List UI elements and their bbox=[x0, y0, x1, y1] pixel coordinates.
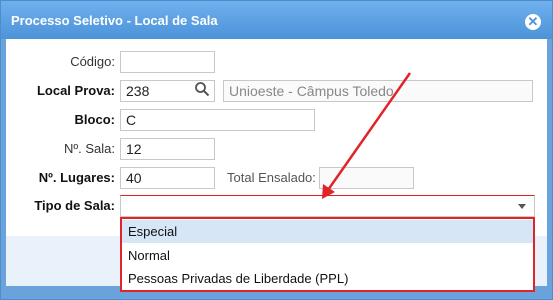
option-especial[interactable]: Especial bbox=[122, 220, 533, 243]
option-normal[interactable]: Normal bbox=[122, 244, 533, 267]
bloco-input[interactable]: C bbox=[120, 109, 315, 131]
numero-sala-label: Nº. Sala: bbox=[64, 141, 115, 156]
chevron-down-icon[interactable] bbox=[518, 204, 526, 209]
title-bar[interactable]: Processo Seletivo - Local de Sala ✕ bbox=[1, 1, 552, 39]
option-ppl[interactable]: Pessoas Privadas de Liberdade (PPL) bbox=[122, 267, 533, 290]
numero-lugares-input[interactable]: 40 bbox=[120, 167, 215, 189]
local-prova-label: Local Prova: bbox=[36, 83, 115, 98]
tipo-sala-select[interactable] bbox=[120, 195, 535, 217]
total-ensalado-input bbox=[319, 167, 414, 189]
close-icon[interactable]: ✕ bbox=[525, 14, 541, 30]
tipo-sala-dropdown: Especial Normal Pessoas Privadas de Libe… bbox=[120, 217, 535, 292]
dialog-title: Processo Seletivo - Local de Sala bbox=[11, 13, 218, 28]
numero-sala-input[interactable]: 12 bbox=[120, 138, 215, 160]
total-ensalado-label: Total Ensalado: bbox=[227, 170, 316, 185]
numero-lugares-label: Nº. Lugares: bbox=[38, 170, 115, 185]
codigo-label: Código: bbox=[70, 54, 115, 69]
local-prova-description: Unioeste - Câmpus Toledo bbox=[223, 80, 533, 102]
codigo-input[interactable] bbox=[120, 51, 215, 73]
tipo-sala-label: Tipo de Sala: bbox=[34, 198, 115, 213]
bloco-label: Bloco: bbox=[74, 112, 115, 127]
search-icon[interactable] bbox=[194, 81, 210, 97]
